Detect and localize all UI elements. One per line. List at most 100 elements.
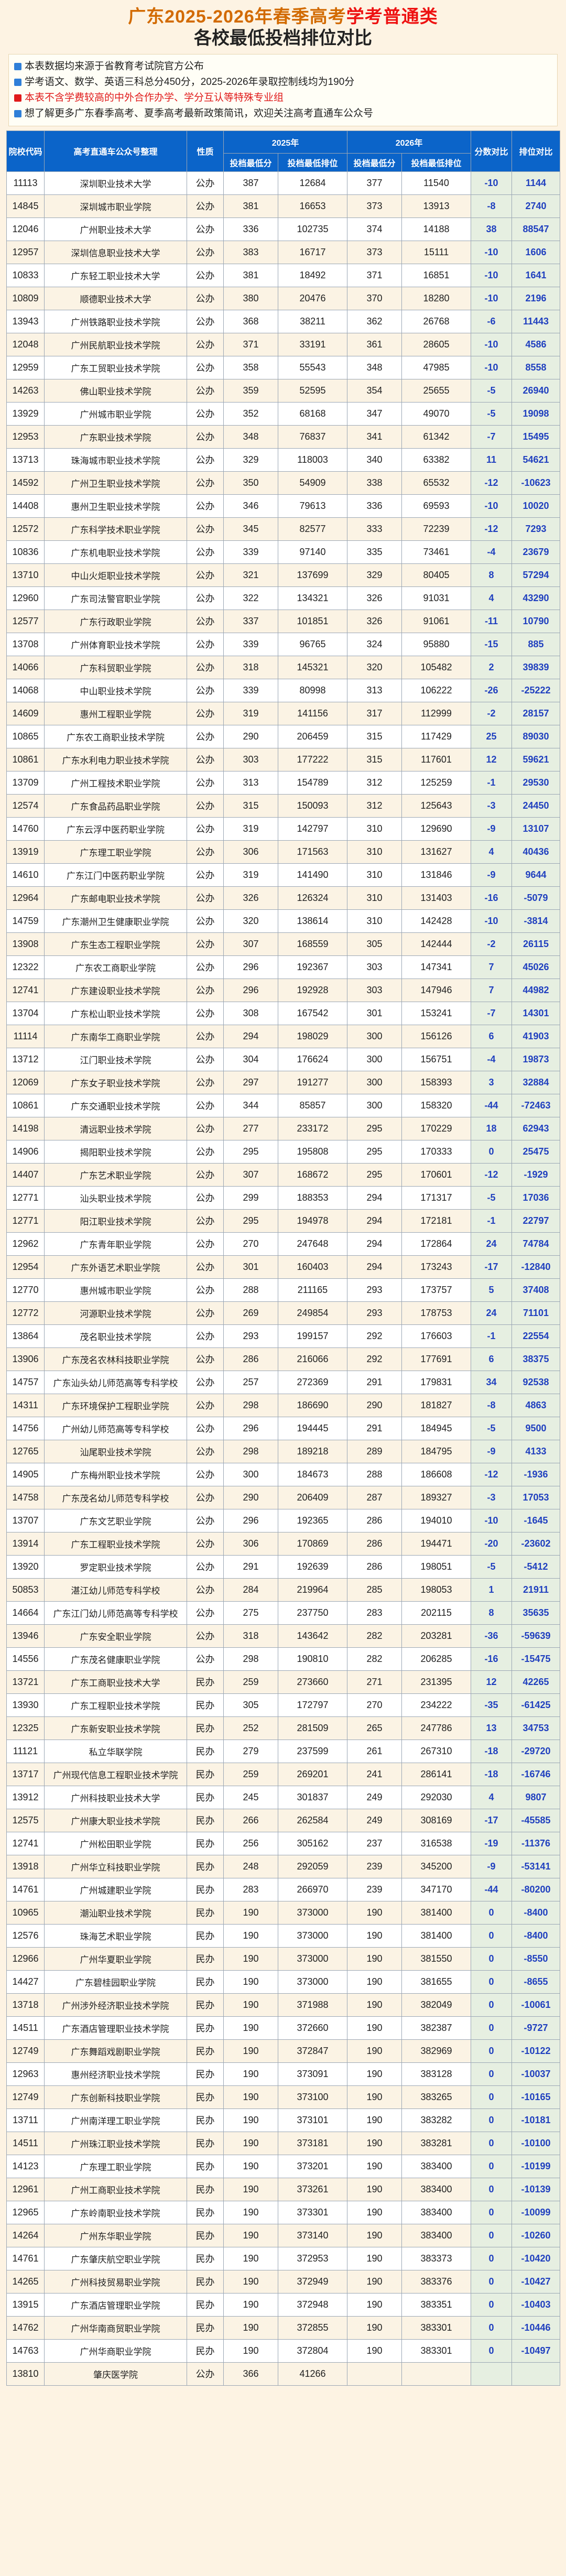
cell-rank2026: 198051	[401, 1555, 472, 1579]
cell-score-diff: 13	[471, 1716, 513, 1740]
cell-rank2026: 347170	[401, 1877, 472, 1901]
cell-nature: 公办	[187, 1439, 224, 1463]
cell-rank-diff: -80200	[511, 1877, 561, 1901]
cell-rank-diff: 10790	[511, 609, 561, 633]
table-row: 11121 私立华联学院 民办 279 237599 261 267310 -18 -29720	[6, 1739, 561, 1763]
cell-name: 广州铁路职业技术学院	[44, 309, 187, 333]
cell-nature: 民办	[187, 1785, 224, 1809]
table-row: 14761 广州城建职业学院 民办 283 266970 239 347170 -44 -802…	[6, 1877, 561, 1901]
cell-code: 13908	[6, 932, 45, 956]
cell-code: 11113	[6, 171, 45, 195]
table-row: 13946 广东安全职业学院 公办 318 143642 282 203281 -36 -596…	[6, 1624, 561, 1648]
header-code: 院校代码	[6, 130, 45, 172]
page-title: 广东2025-2026年春季高考学考普通类 各校最低投档排位对比	[6, 4, 560, 49]
cell-score2026: 190	[347, 2316, 402, 2340]
cell-name: 中山火炬职业技术学院	[44, 563, 187, 587]
cell-score-diff: 0	[471, 2292, 513, 2317]
cell-rank2026: 131627	[401, 840, 472, 864]
cell-score2025: 269	[223, 1301, 278, 1325]
cell-nature: 民办	[187, 2085, 224, 2109]
cell-score-diff: 0	[471, 2223, 513, 2247]
cell-score-diff: -10	[471, 263, 513, 287]
cell-score2026: 362	[347, 309, 402, 333]
cell-rank-diff: -16746	[511, 1762, 561, 1786]
cell-rank2025: 188353	[277, 1186, 348, 1210]
cell-rank2026: 147341	[401, 955, 472, 979]
cell-score-diff: -10	[471, 494, 513, 518]
cell-rank2025: 216066	[277, 1347, 348, 1371]
cell-name: 汕头职业技术学院	[44, 1186, 187, 1210]
cell-rank2026: 18280	[401, 286, 472, 310]
cell-score-diff: -12	[471, 1462, 513, 1486]
table-row: 12962 广东青年职业学院 公办 270 247648 294 172864 24 74784	[6, 1232, 561, 1256]
cell-code: 10833	[6, 263, 45, 287]
cell-code: 50853	[6, 1578, 45, 1602]
cell-score-diff: -9	[471, 817, 513, 841]
cell-name: 河源职业技术学院	[44, 1301, 187, 1325]
cell-rank2025: 373201	[277, 2154, 348, 2178]
cell-rank2025: 247648	[277, 1232, 348, 1256]
cell-rank-diff: -10260	[511, 2223, 561, 2247]
cell-score2026: 338	[347, 471, 402, 495]
cell-score2026: 312	[347, 794, 402, 818]
cell-code: 12749	[6, 2085, 45, 2109]
cell-rank2025: 172797	[277, 1693, 348, 1717]
cell-score2025: 313	[223, 770, 278, 795]
cell-rank-diff: -53141	[511, 1854, 561, 1878]
cell-name: 广东酒店管理职业技术学院	[44, 2016, 187, 2040]
cell-code: 14759	[6, 909, 45, 933]
cell-score2026: 190	[347, 2177, 402, 2201]
table-row: 12772 河源职业技术学院 公办 269 249854 293 178753 24 71101	[6, 1301, 561, 1325]
cell-score2026: 283	[347, 1601, 402, 1625]
cell-score2026: 300	[347, 1047, 402, 1071]
cell-name: 广东科贸职业学院	[44, 655, 187, 679]
cell-code: 12069	[6, 1070, 45, 1094]
cell-rank-diff: -10497	[511, 2339, 561, 2363]
cell-code: 13918	[6, 1854, 45, 1878]
cell-score-diff: 7	[471, 978, 513, 1002]
cell-rank2026	[401, 2362, 472, 2386]
cell-rank2025: 176624	[277, 1047, 348, 1071]
table-body: 11113 深圳职业技术大学 公办 387 12684 377 11540 -10 1144 14…	[6, 171, 561, 2386]
cell-rank2025: 192639	[277, 1555, 348, 1579]
cell-score2025: 321	[223, 563, 278, 587]
cell-name: 顺德职业技术大学	[44, 286, 187, 310]
cell-code: 12960	[6, 586, 45, 610]
cell-rank-diff: 26940	[511, 378, 561, 403]
cell-score2025: 294	[223, 1024, 278, 1048]
cell-name: 江门职业技术学院	[44, 1047, 187, 1071]
table-row: 13721 广东工商职业技术大学 民办 259 273660 271 231395 12 422…	[6, 1670, 561, 1694]
cell-score-diff: 1	[471, 1578, 513, 1602]
cell-rank-diff: 25475	[511, 1139, 561, 1164]
cell-code: 12741	[6, 1831, 45, 1855]
cell-score2025: 315	[223, 794, 278, 818]
header-nature: 性质	[187, 130, 224, 172]
cell-nature: 公办	[187, 1232, 224, 1256]
cell-score-diff: -12	[471, 517, 513, 541]
table-row: 10833 广东轻工职业技术大学 公办 381 18492 371 16851 -10 1641	[6, 263, 561, 287]
cell-nature: 公办	[187, 378, 224, 403]
cell-rank2025: 38211	[277, 309, 348, 333]
cell-rank2025: 184673	[277, 1462, 348, 1486]
cell-rank-diff: 23679	[511, 540, 561, 564]
table-row: 13930 广东工程职业技术学院 民办 305 172797 270 234222 -35 -6…	[6, 1693, 561, 1717]
cell-score2025: 295	[223, 1139, 278, 1164]
cell-score2025: 290	[223, 724, 278, 748]
cell-rank-diff: -72463	[511, 1093, 561, 1117]
cell-score-diff: 0	[471, 1900, 513, 1925]
cell-rank2025: 171563	[277, 840, 348, 864]
cell-name: 深圳城市职业学院	[44, 194, 187, 218]
cell-score2026: 315	[347, 724, 402, 748]
cell-rank-diff: -10403	[511, 2292, 561, 2317]
cell-name: 广州东华职业学院	[44, 2223, 187, 2247]
cell-code: 12046	[6, 217, 45, 241]
cell-rank2025: 167542	[277, 1001, 348, 1025]
cell-score2025: 319	[223, 863, 278, 887]
cell-rank-diff: 1641	[511, 263, 561, 287]
cell-name: 广东碧桂园职业学院	[44, 1970, 187, 1994]
cell-rank-diff: 44982	[511, 978, 561, 1002]
cell-rank2025: 138614	[277, 909, 348, 933]
table-row: 13919 广东理工职业学院 公办 306 171563 310 131627 4 40436	[6, 840, 561, 864]
cell-score-diff: 0	[471, 2039, 513, 2063]
cell-score2026: 289	[347, 1439, 402, 1463]
